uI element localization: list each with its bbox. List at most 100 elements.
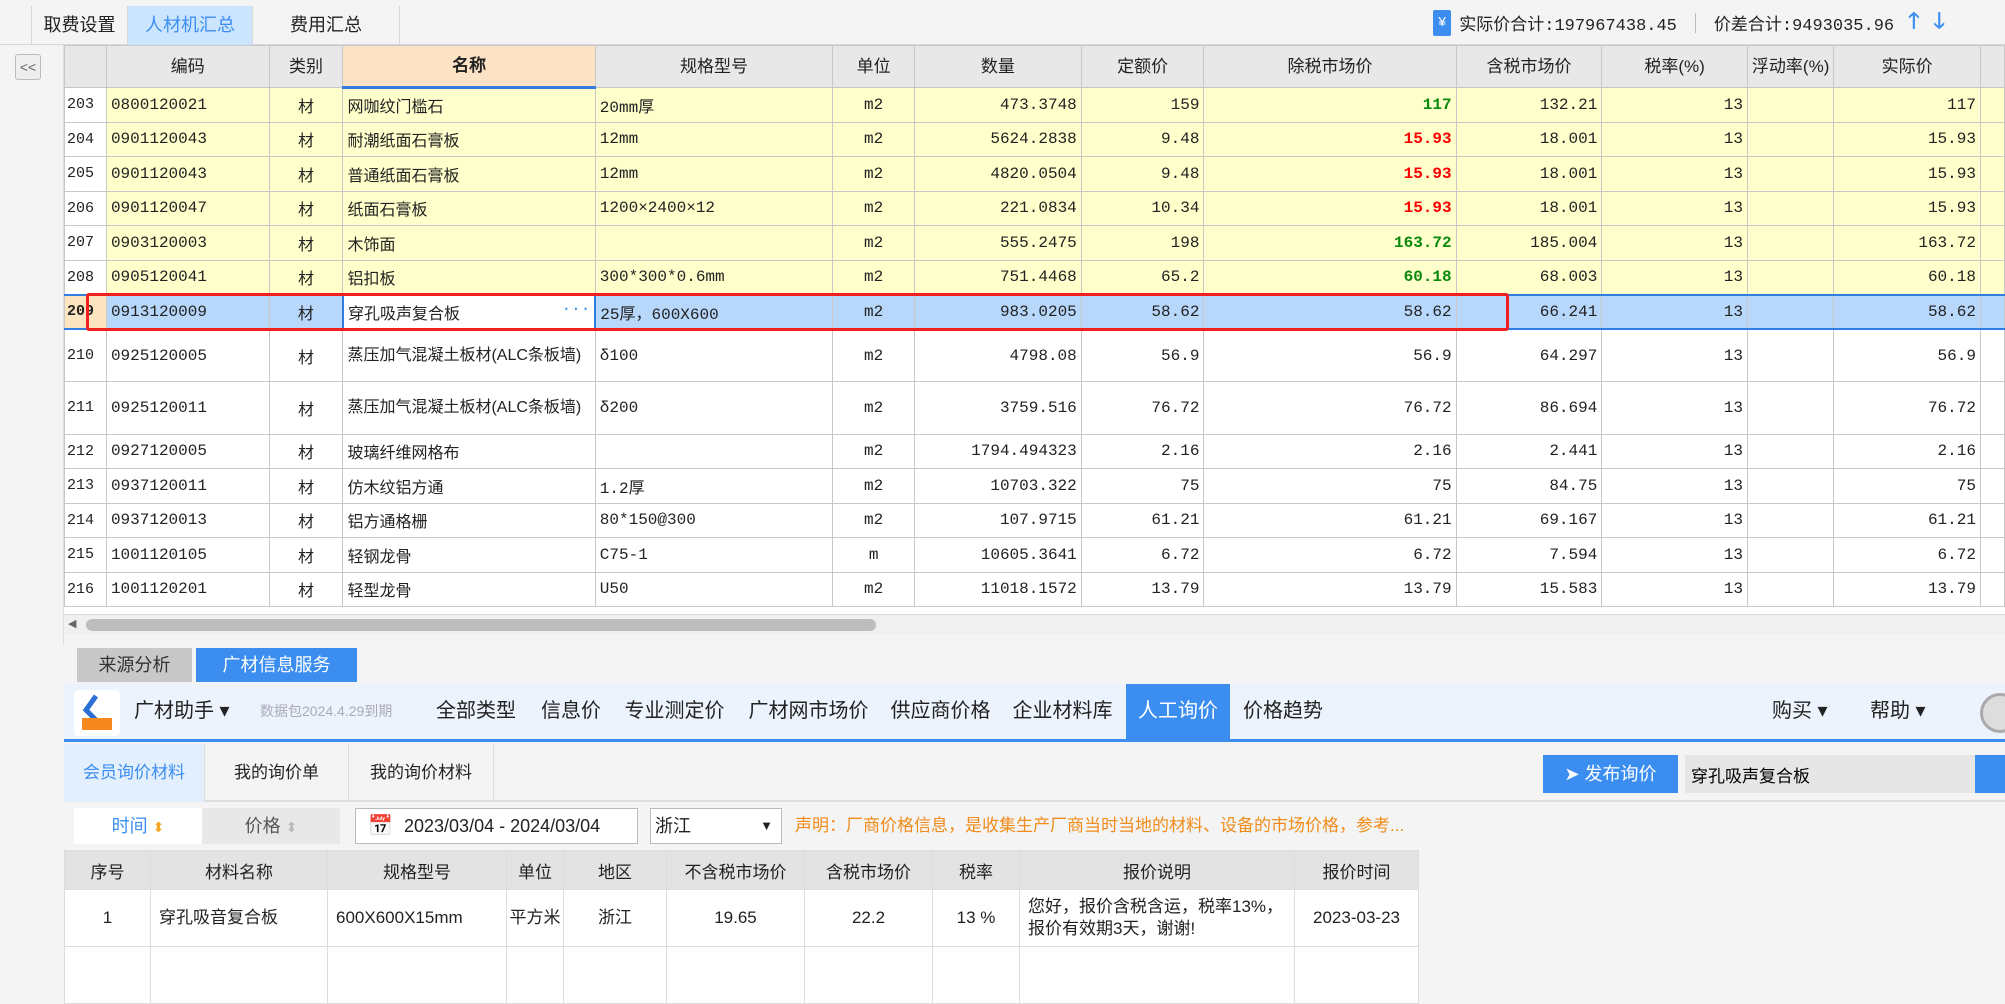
cell-market-in[interactable]: 86.694 <box>1455 381 1603 435</box>
cell-float[interactable] <box>1746 381 1835 435</box>
cell-qty[interactable]: 5624.2838 <box>914 121 1082 157</box>
column-header[interactable]: 实际价 <box>1833 45 1981 88</box>
cell-actual[interactable]: 6.72 <box>1833 537 1981 573</box>
column-header[interactable]: 材料名称 <box>150 850 328 890</box>
cell-name[interactable]: 网咖纹门槛石 <box>342 87 596 123</box>
nav-item[interactable]: 全部类型 <box>434 684 518 739</box>
cell-market-ex[interactable]: 61.21 <box>1203 502 1457 538</box>
cell-float[interactable] <box>1746 121 1835 157</box>
cell-code[interactable]: 0905120041 <box>105 259 270 295</box>
scrollbar-thumb[interactable] <box>86 619 876 631</box>
cell-quota[interactable]: 9.48 <box>1080 121 1205 157</box>
nav-item[interactable]: 信息价 <box>540 684 602 739</box>
cell-market-ex[interactable]: 58.62 <box>1203 293 1457 330</box>
cell-market-in[interactable]: 132.21 <box>1455 87 1603 123</box>
column-header[interactable]: 浮动率(%) <box>1746 45 1835 88</box>
cell-spec[interactable]: 12mm <box>594 156 834 192</box>
cell-code[interactable]: 1001120105 <box>105 537 270 573</box>
cell-market-in[interactable]: 15.583 <box>1455 571 1603 607</box>
cell-float[interactable] <box>1746 537 1835 573</box>
collapse-sidebar-button[interactable]: << <box>15 54 41 80</box>
cell-tax[interactable]: 13 <box>1601 121 1748 157</box>
cell-market-ex[interactable]: 15.93 <box>1203 121 1457 157</box>
cell-unit[interactable]: m2 <box>832 190 916 226</box>
cell-type[interactable]: 材 <box>268 468 344 504</box>
column-header[interactable]: 编码 <box>105 45 270 88</box>
cell-unit[interactable]: m2 <box>832 259 916 295</box>
column-header[interactable] <box>64 45 107 88</box>
table-row[interactable]: 216 1001120201 材轻型龙骨 U50 m2 11018.1572 13.79 13… <box>64 571 2005 607</box>
table-row[interactable]: 207 0903120003 材木饰面 m2 555.2475 198 163.72 185.… <box>64 225 2005 261</box>
table-row[interactable]: 203 0800120021 材网咖纹门槛石 20mm厚 m2 473.3748 159 11… <box>64 87 2005 123</box>
tab-fee-settings[interactable]: 取费设置 <box>31 6 128 45</box>
cell-spec[interactable]: U50 <box>594 571 834 607</box>
cell-type[interactable]: 材 <box>268 433 344 469</box>
cell-tax[interactable]: 13 <box>1601 190 1748 226</box>
cell-no[interactable]: 208 <box>64 259 107 295</box>
nav-item[interactable]: 专业测定价 <box>622 684 727 739</box>
table-row[interactable]: 208 0905120041 材铝扣板 300*300*0.6mm m2 751.4468… <box>64 259 2005 295</box>
cell-spec[interactable]: 20mm厚 <box>594 87 834 123</box>
cell-market-ex[interactable]: 60.18 <box>1203 259 1457 295</box>
cell-market-ex[interactable]: 76.72 <box>1203 381 1457 435</box>
cell-code[interactable]: 0913120009 <box>105 293 270 330</box>
cell-type[interactable]: 材 <box>268 156 344 192</box>
cell-name[interactable]: 纸面石膏板 <box>342 190 596 226</box>
cell-tax[interactable]: 13 <box>1601 328 1748 382</box>
column-header[interactable]: 税率(%) <box>1601 45 1748 88</box>
cell-code[interactable]: 0903120003 <box>105 225 270 261</box>
cell-no[interactable]: 214 <box>64 502 107 538</box>
cell-unit[interactable]: m2 <box>832 293 916 330</box>
column-header[interactable]: 地区 <box>563 850 667 890</box>
cell-no[interactable]: 204 <box>64 121 107 157</box>
help-menu[interactable]: 帮助 ▾ <box>1870 684 1926 739</box>
cell-qty[interactable]: 107.9715 <box>914 502 1082 538</box>
table-row[interactable]: 215 1001120105 材轻钢龙骨 C75-1 m 10605.3641 6.72 6.… <box>64 537 2005 573</box>
cell-code[interactable]: 0925120005 <box>105 328 270 382</box>
column-header[interactable]: 数量 <box>914 45 1082 88</box>
cell-market-ex[interactable]: 56.9 <box>1203 328 1457 382</box>
cell-market-in[interactable]: 18.001 <box>1455 156 1603 192</box>
cell-market-ex[interactable]: 75 <box>1203 468 1457 504</box>
cell-float[interactable] <box>1746 87 1835 123</box>
cell-quota[interactable]: 56.9 <box>1080 328 1205 382</box>
cell-spec[interactable] <box>594 433 834 469</box>
cell-market-in[interactable]: 185.004 <box>1455 225 1603 261</box>
cell-name[interactable]: 木饰面 <box>342 225 596 261</box>
sort-by-time[interactable]: 时间 ⬍ <box>74 808 202 844</box>
cell-unit[interactable]: m2 <box>832 433 916 469</box>
column-header[interactable]: 序号 <box>64 850 151 890</box>
column-header[interactable]: 类别 <box>268 45 344 88</box>
cell-market-ex[interactable]: 117 <box>1203 87 1457 123</box>
column-header[interactable]: 含税市场价 <box>804 850 933 890</box>
cell-actual[interactable]: 117 <box>1833 87 1981 123</box>
cell-no[interactable]: 206 <box>64 190 107 226</box>
cell-market-in[interactable]: 66.241 <box>1455 293 1603 330</box>
cell-qty[interactable]: 3759.516 <box>914 381 1082 435</box>
cell-float[interactable] <box>1746 259 1835 295</box>
cell-type[interactable]: 材 <box>268 381 344 435</box>
region-select[interactable]: 浙江 ▼ <box>650 808 782 844</box>
cell-qty[interactable]: 11018.1572 <box>914 571 1082 607</box>
tab-guangcai-info-service[interactable]: 广材信息服务 <box>196 648 357 682</box>
date-range-picker[interactable]: 📅 2023/03/04 - 2024/03/04 <box>355 808 638 844</box>
cell-no[interactable]: 203 <box>64 87 107 123</box>
cell-float[interactable] <box>1746 190 1835 226</box>
cell-spec[interactable]: 12mm <box>594 121 834 157</box>
cell-type[interactable]: 材 <box>268 502 344 538</box>
cell-code[interactable]: 0800120021 <box>105 87 270 123</box>
sort-by-price[interactable]: 价格 ⬍ <box>202 808 340 844</box>
cell-quota[interactable]: 58.62 <box>1080 293 1205 330</box>
cell-qty[interactable]: 555.2475 <box>914 225 1082 261</box>
cell-market-ex[interactable]: 6.72 <box>1203 537 1457 573</box>
cell-qty[interactable]: 751.4468 <box>914 259 1082 295</box>
cell-tax[interactable]: 13 <box>1601 87 1748 123</box>
cell-quota[interactable]: 9.48 <box>1080 156 1205 192</box>
cell-type[interactable]: 材 <box>268 121 344 157</box>
column-header[interactable]: 含税市场价 <box>1455 45 1603 88</box>
table-row[interactable]: 214 0937120013 材铝方通格栅 80*150@300 m2 107.9715 6… <box>64 502 2005 538</box>
cell-type[interactable]: 材 <box>268 225 344 261</box>
cell-market-ex[interactable]: 15.93 <box>1203 190 1457 226</box>
cell-code[interactable]: 0901120043 <box>105 121 270 157</box>
cell-no[interactable]: 213 <box>64 468 107 504</box>
